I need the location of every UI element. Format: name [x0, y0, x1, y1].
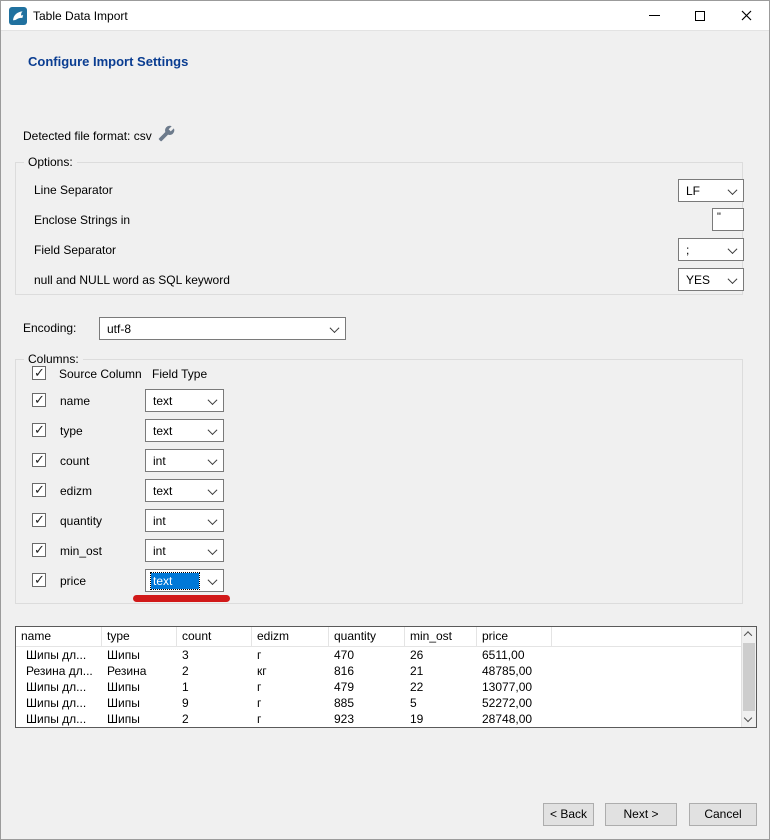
- options-group: Options: Line Separator LF Enclose Strin…: [15, 162, 743, 295]
- column-header[interactable]: quantity: [329, 627, 405, 647]
- table-row[interactable]: Шипы дл... Шипы 3 г 470 26 6511,00: [16, 647, 756, 663]
- column-header[interactable]: edizm: [252, 627, 329, 647]
- field-type-header: Field Type: [152, 367, 207, 381]
- chevron-down-icon: [208, 395, 218, 405]
- chevron-down-icon: [208, 545, 218, 555]
- column-header[interactable]: min_ost: [405, 627, 477, 647]
- column-checkbox-min-ost[interactable]: [32, 543, 46, 557]
- red-underline-annotation: [133, 595, 230, 602]
- column-name: name: [60, 394, 90, 408]
- line-separator-label: Line Separator: [34, 183, 113, 197]
- column-header[interactable]: name: [16, 627, 102, 647]
- enclose-strings-input[interactable]: ": [712, 208, 744, 231]
- column-name: price: [60, 574, 86, 588]
- minimize-button[interactable]: [631, 1, 677, 30]
- column-checkbox-quantity[interactable]: [32, 513, 46, 527]
- field-type-select-quantity[interactable]: int: [145, 509, 224, 532]
- column-header[interactable]: type: [102, 627, 177, 647]
- preview-table: name type count edizm quantity min_ost p…: [15, 626, 757, 728]
- chevron-down-icon: [728, 274, 738, 284]
- select-all-columns-checkbox[interactable]: [32, 366, 46, 380]
- table-row[interactable]: Шипы дл... Шипы 1 г 479 22 13077,00: [16, 679, 756, 695]
- field-type-select-min-ost[interactable]: int: [145, 539, 224, 562]
- column-checkbox-name[interactable]: [32, 393, 46, 407]
- column-checkbox-type[interactable]: [32, 423, 46, 437]
- cancel-button[interactable]: Cancel: [689, 803, 757, 826]
- vertical-scrollbar[interactable]: [741, 627, 756, 727]
- field-separator-label: Field Separator: [34, 243, 116, 257]
- encoding-label: Encoding:: [23, 321, 76, 335]
- table-data-import-dialog: Table Data Import Configure Import Setti…: [0, 0, 770, 840]
- close-icon: [741, 10, 752, 21]
- columns-group-label: Columns:: [24, 352, 83, 366]
- column-header[interactable]: count: [177, 627, 252, 647]
- column-name: min_ost: [60, 544, 102, 558]
- table-row[interactable]: Шипы дл... Шипы 2 г 923 19 28748,00: [16, 711, 756, 727]
- field-type-select-type[interactable]: text: [145, 419, 224, 442]
- column-header[interactable]: price: [477, 627, 552, 647]
- columns-group: Columns: Source Column Field Type name t…: [15, 359, 743, 604]
- chevron-down-icon: [728, 244, 738, 254]
- field-type-select-name[interactable]: text: [145, 389, 224, 412]
- titlebar: Table Data Import: [1, 1, 769, 31]
- preview-table-header: name type count edizm quantity min_ost p…: [16, 627, 756, 647]
- column-name: type: [60, 424, 83, 438]
- null-keyword-select[interactable]: YES: [678, 268, 744, 291]
- chevron-down-icon: [208, 455, 218, 465]
- null-keyword-label: null and NULL word as SQL keyword: [34, 273, 230, 287]
- field-type-select-edizm[interactable]: text: [145, 479, 224, 502]
- mysql-workbench-icon: [9, 7, 27, 25]
- column-name: count: [60, 454, 89, 468]
- column-name: quantity: [60, 514, 102, 528]
- chevron-down-icon: [330, 323, 340, 333]
- chevron-down-icon: [728, 185, 738, 195]
- maximize-button[interactable]: [677, 1, 723, 30]
- close-button[interactable]: [723, 1, 769, 30]
- window-title: Table Data Import: [33, 1, 128, 31]
- detected-file-format-label: Detected file format: csv: [23, 129, 152, 143]
- source-column-header: Source Column: [59, 367, 142, 381]
- minimize-icon: [649, 15, 660, 16]
- scrollbar-thumb[interactable]: [743, 643, 755, 711]
- chevron-down-icon: [208, 575, 218, 585]
- column-header-filler: [552, 627, 756, 647]
- chevron-down-icon: [208, 425, 218, 435]
- column-name: edizm: [60, 484, 92, 498]
- field-separator-select[interactable]: ;: [678, 238, 744, 261]
- field-type-select-count[interactable]: int: [145, 449, 224, 472]
- column-checkbox-count[interactable]: [32, 453, 46, 467]
- field-type-select-price[interactable]: text: [145, 569, 224, 592]
- encoding-select[interactable]: utf-8: [99, 317, 346, 340]
- column-checkbox-edizm[interactable]: [32, 483, 46, 497]
- next-button[interactable]: Next >: [605, 803, 677, 826]
- page-title: Configure Import Settings: [28, 54, 188, 69]
- scroll-down-icon[interactable]: [745, 715, 753, 723]
- options-group-label: Options:: [24, 155, 77, 169]
- maximize-icon: [695, 11, 705, 21]
- scroll-up-icon[interactable]: [745, 631, 753, 639]
- column-checkbox-price[interactable]: [32, 573, 46, 587]
- line-separator-select[interactable]: LF: [678, 179, 744, 202]
- table-row[interactable]: Шипы дл... Шипы 9 г 885 5 52272,00: [16, 695, 756, 711]
- chevron-down-icon: [208, 485, 218, 495]
- table-row[interactable]: Резина дл... Резина 2 кг 816 21 48785,00: [16, 663, 756, 679]
- chevron-down-icon: [208, 515, 218, 525]
- wrench-icon: [158, 125, 175, 142]
- back-button[interactable]: < Back: [543, 803, 594, 826]
- enclose-strings-label: Enclose Strings in: [34, 213, 130, 227]
